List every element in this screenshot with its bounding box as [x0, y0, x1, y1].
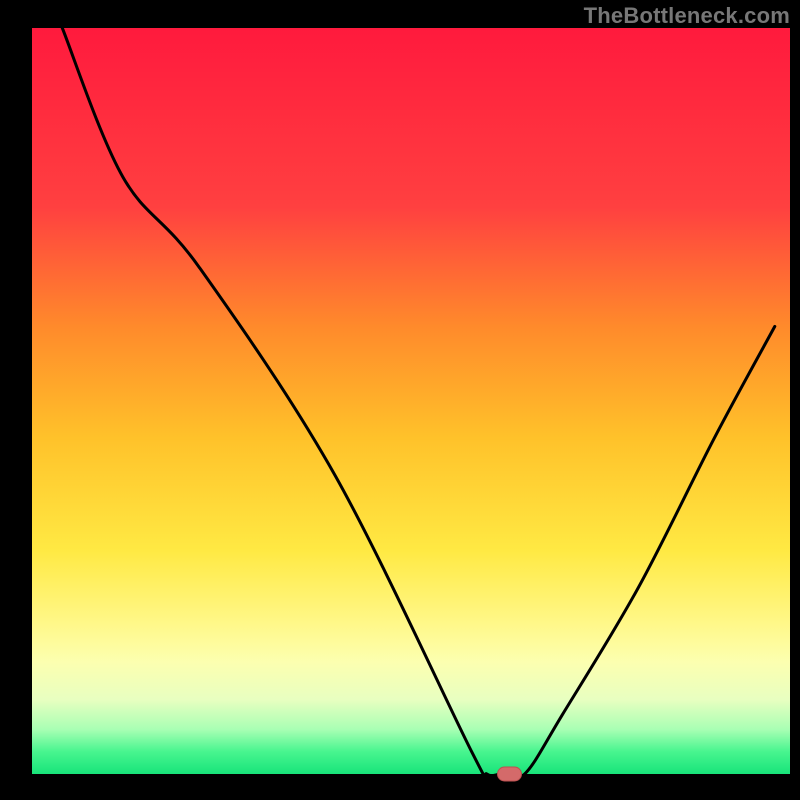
bottleneck-chart: [0, 0, 800, 800]
chart-plot-area: [32, 28, 790, 774]
chart-container: TheBottleneck.com: [0, 0, 800, 800]
watermark-label: TheBottleneck.com: [584, 3, 790, 29]
optimal-marker: [498, 767, 522, 781]
